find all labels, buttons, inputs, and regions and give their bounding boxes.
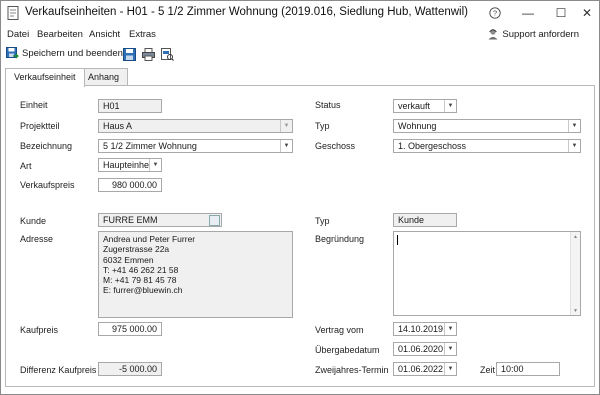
- menu-extras[interactable]: Extras: [129, 29, 156, 40]
- status-select[interactable]: verkauft ▼: [393, 99, 457, 113]
- bezeichnung-label: Bezeichnung: [20, 141, 73, 151]
- save-close-button[interactable]: Speichern und beenden: [6, 47, 123, 60]
- verkaufspreis-label: Verkaufspreis: [20, 180, 75, 190]
- einheit-label: Einheit: [20, 100, 48, 110]
- zweijahres-termin-datepicker[interactable]: 01.06.2022 ▼: [393, 362, 457, 376]
- art-label: Art: [20, 161, 32, 171]
- support-person-icon: [488, 29, 498, 40]
- uebergabedatum-label: Übergabedatum: [315, 345, 380, 355]
- scroll-up-icon[interactable]: ▲: [571, 232, 580, 241]
- projektteil-select: Haus A ▼: [98, 119, 293, 133]
- document-icon: [7, 6, 19, 20]
- chevron-down-icon[interactable]: ▼: [444, 100, 456, 112]
- kunde-field[interactable]: FURRE EMM: [98, 213, 222, 227]
- einheit-field: H01: [98, 99, 162, 113]
- save-close-label: Speichern und beenden: [22, 48, 123, 59]
- kunde-typ-field: Kunde: [393, 213, 457, 227]
- adresse-field: Andrea und Peter Furrer Zugerstrasse 22a…: [98, 231, 293, 318]
- tab-bar: Verkaufseinheit Anhang: [1, 68, 599, 87]
- chevron-down-icon[interactable]: ▼: [444, 323, 456, 335]
- vertrag-vom-datepicker[interactable]: 14.10.2019 ▼: [393, 322, 457, 336]
- adresse-line: 6032 Emmen: [103, 254, 154, 265]
- art-select[interactable]: Haupteinheit ▼: [98, 158, 162, 172]
- minimize-icon: —: [522, 6, 534, 20]
- begruendung-textarea[interactable]: ▲ ▼: [393, 231, 581, 316]
- menu-bearbeiten[interactable]: Bearbeiten: [37, 29, 83, 40]
- verkaufspreis-field[interactable]: 980 000.00: [98, 178, 162, 192]
- select-customer-icon[interactable]: [209, 215, 220, 226]
- adresse-line: E: furrer@bluewin.ch: [103, 285, 183, 296]
- differenz-kaufpreis-label: Differenz Kaufpreis: [20, 365, 97, 375]
- close-button[interactable]: ✕: [571, 1, 600, 25]
- minimize-button[interactable]: —: [512, 1, 544, 25]
- chevron-down-icon: ▼: [280, 120, 292, 132]
- help-icon: ?: [489, 7, 501, 19]
- printer-icon[interactable]: [142, 48, 155, 61]
- adresse-line: T: +41 46 262 21 58: [103, 264, 179, 275]
- begruendung-label: Begründung: [315, 234, 365, 244]
- text-cursor: [397, 235, 398, 245]
- status-label: Status: [315, 100, 341, 110]
- adresse-line: Andrea und Peter Furrer: [103, 234, 196, 244]
- zweijahres-termin-label: Zweijahres-Termin: [315, 365, 389, 375]
- close-icon: ✕: [581, 6, 593, 20]
- zeit-field[interactable]: 10:00: [496, 362, 560, 376]
- typ-label: Typ: [315, 121, 330, 131]
- support-label: Support anfordern: [502, 28, 579, 40]
- menu-ansicht[interactable]: Ansicht: [89, 29, 120, 40]
- tab-verkaufseinheit[interactable]: Verkaufseinheit: [5, 68, 85, 87]
- floppy-disk-icon[interactable]: [123, 48, 136, 61]
- print-preview-icon[interactable]: [161, 48, 174, 61]
- chevron-down-icon[interactable]: ▼: [149, 159, 161, 171]
- chevron-down-icon[interactable]: ▼: [444, 363, 456, 375]
- window-title: Verkaufseinheiten - H01 - 5 1/2 Zimmer W…: [25, 6, 468, 18]
- kaufpreis-field[interactable]: 975 000.00: [98, 322, 162, 336]
- support-button[interactable]: Support anfordern: [487, 28, 579, 40]
- begruendung-scrollbar[interactable]: ▲ ▼: [570, 232, 580, 315]
- adresse-label: Adresse: [20, 234, 54, 244]
- kunde-typ-label: Typ: [315, 216, 330, 226]
- uebergabedatum-datepicker[interactable]: 01.06.2020 ▼: [393, 342, 457, 356]
- save-close-icon: [6, 47, 19, 59]
- help-button[interactable]: ?: [479, 1, 511, 25]
- zeit-label: Zeit: [480, 365, 496, 375]
- svg-text:?: ?: [493, 9, 497, 18]
- scroll-down-icon[interactable]: ▼: [571, 306, 580, 315]
- kunde-label: Kunde: [20, 216, 47, 226]
- bezeichnung-select[interactable]: 5 1/2 Zimmer Wohnung ▼: [98, 139, 293, 153]
- chevron-down-icon[interactable]: ▼: [280, 140, 292, 152]
- vertrag-vom-label: Vertrag vom: [315, 325, 364, 335]
- maximize-icon: ☐: [555, 6, 567, 20]
- chevron-down-icon[interactable]: ▼: [444, 343, 456, 355]
- toolbar: Speichern und beenden: [1, 45, 599, 65]
- menu-bar: Datei Bearbeiten Ansicht Extras Support …: [1, 27, 599, 43]
- adresse-line: Zugerstrasse 22a: [103, 244, 170, 255]
- menu-datei[interactable]: Datei: [7, 29, 29, 40]
- chevron-down-icon[interactable]: ▼: [568, 120, 580, 132]
- adresse-line: M: +41 79 81 45 78: [103, 275, 177, 286]
- typ-select[interactable]: Wohnung ▼: [393, 119, 581, 133]
- tab-anhang[interactable]: Anhang: [79, 68, 129, 86]
- geschoss-label: Geschoss: [315, 141, 356, 151]
- title-bar: Verkaufseinheiten - H01 - 5 1/2 Zimmer W…: [1, 1, 599, 25]
- projektteil-label: Projektteil: [20, 121, 60, 131]
- chevron-down-icon[interactable]: ▼: [568, 140, 580, 152]
- form-panel: Einheit H01 Projektteil Haus A ▼ Bezeich…: [5, 85, 595, 387]
- geschoss-select[interactable]: 1. Obergeschoss ▼: [393, 139, 581, 153]
- differenz-kaufpreis-field: -5 000.00: [98, 362, 162, 376]
- kaufpreis-label: Kaufpreis: [20, 325, 59, 335]
- app-window: Verkaufseinheiten - H01 - 5 1/2 Zimmer W…: [0, 0, 600, 395]
